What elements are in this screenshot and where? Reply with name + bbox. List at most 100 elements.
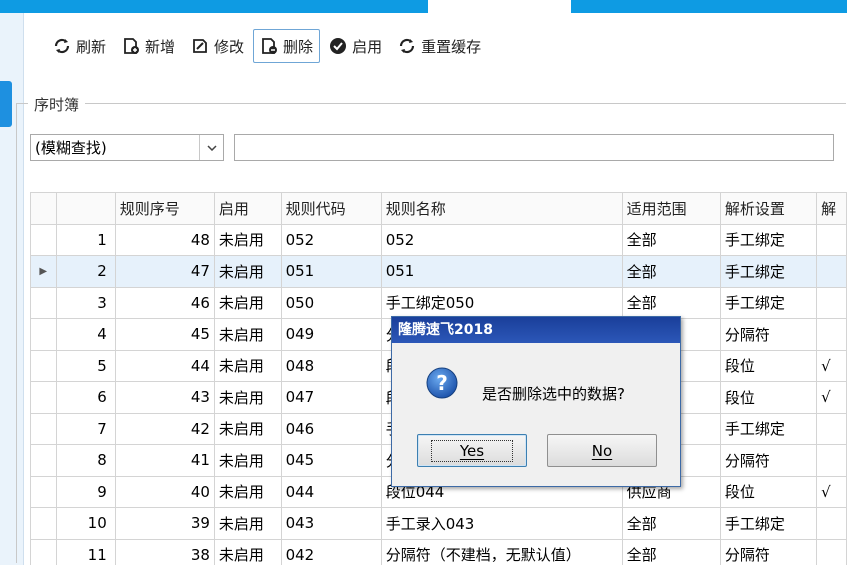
header-scope[interactable]: 适用范围	[621, 192, 721, 225]
cell-parse[interactable]: 段位	[719, 381, 818, 414]
table-row[interactable]: 10 39 未启用 043 手工录入043 全部 手工绑定	[30, 507, 847, 540]
cell-parse[interactable]: 手工绑定	[719, 223, 818, 256]
cell-enabled[interactable]: 未启用	[213, 255, 282, 288]
cell-enabled[interactable]: 未启用	[213, 223, 282, 256]
cell-code[interactable]: 049	[280, 318, 382, 351]
add-label: 新增	[145, 37, 176, 56]
cell-name[interactable]: 手工绑定050	[380, 286, 623, 319]
add-button[interactable]: 新增	[115, 29, 182, 63]
cell-extra[interactable]: √	[816, 381, 847, 414]
cell-enabled[interactable]: 未启用	[213, 381, 282, 414]
add-doc-icon	[122, 37, 140, 55]
cell-parse[interactable]: 分隔符	[719, 318, 818, 351]
search-input[interactable]	[234, 134, 834, 161]
cell-seq[interactable]: 48	[114, 223, 215, 256]
cell-seq[interactable]: 38	[114, 538, 215, 565]
cell-code[interactable]: 046	[280, 412, 382, 445]
cell-extra[interactable]	[816, 538, 847, 565]
cell-scope[interactable]: 全部	[621, 286, 721, 319]
cell-extra[interactable]	[816, 318, 847, 351]
header-extra[interactable]: 解	[816, 192, 847, 225]
header-seq[interactable]: 规则序号	[114, 192, 215, 225]
cell-enabled[interactable]: 未启用	[213, 349, 282, 382]
cell-parse[interactable]: 手工绑定	[719, 255, 818, 288]
cell-enabled[interactable]: 未启用	[213, 475, 282, 508]
cell-extra[interactable]	[816, 255, 847, 288]
cell-code[interactable]: 050	[280, 286, 382, 319]
cell-enabled[interactable]: 未启用	[213, 318, 282, 351]
cell-enabled[interactable]: 未启用	[213, 507, 282, 540]
row-indicator: ▶	[30, 255, 57, 288]
cell-seq[interactable]: 45	[114, 318, 215, 351]
cell-extra[interactable]	[816, 412, 847, 445]
cell-parse[interactable]: 段位	[719, 349, 818, 382]
cell-seq[interactable]: 40	[114, 475, 215, 508]
cell-parse[interactable]: 手工绑定	[719, 286, 818, 319]
enable-button[interactable]: 启用	[322, 29, 389, 63]
cell-code[interactable]: 051	[280, 255, 382, 288]
cell-name[interactable]: 分隔符（不建档，无默认值）	[380, 538, 623, 565]
reset-cache-button[interactable]: 重置缓存	[391, 29, 488, 63]
no-button[interactable]: No	[547, 434, 657, 467]
cell-code[interactable]: 044	[280, 475, 382, 508]
table-header-row: 规则序号 启用 规则代码 规则名称 适用范围 解析设置 解	[30, 192, 847, 225]
cell-seq[interactable]: 41	[114, 444, 215, 477]
cell-code[interactable]: 048	[280, 349, 382, 382]
row-indicator	[30, 223, 57, 256]
cell-parse[interactable]: 分隔符	[719, 538, 818, 565]
cell-enabled[interactable]: 未启用	[213, 538, 282, 565]
cell-seq[interactable]: 39	[114, 507, 215, 540]
cell-code[interactable]: 045	[280, 444, 382, 477]
cell-parse[interactable]: 手工绑定	[719, 507, 818, 540]
cell-code[interactable]: 052	[280, 223, 382, 256]
cell-scope[interactable]: 全部	[621, 507, 721, 540]
cell-scope[interactable]: 全部	[621, 538, 721, 565]
cell-scope[interactable]: 全部	[621, 255, 721, 288]
table-row[interactable]: 3 46 未启用 050 手工绑定050 全部 手工绑定	[30, 286, 847, 319]
cell-extra[interactable]: √	[816, 475, 847, 508]
refresh-button[interactable]: 刷新	[46, 29, 113, 63]
header-name[interactable]: 规则名称	[380, 192, 623, 225]
cell-parse[interactable]: 手工绑定	[719, 412, 818, 445]
cell-seq[interactable]: 44	[114, 349, 215, 382]
cell-parse[interactable]: 分隔符	[719, 444, 818, 477]
cell-seq[interactable]: 43	[114, 381, 215, 414]
toolbar: 刷新 新增 修改 删除 启用 重置缓存	[46, 28, 490, 64]
side-panel-handle[interactable]	[0, 81, 12, 127]
cell-parse[interactable]: 段位	[719, 475, 818, 508]
active-tab[interactable]	[428, 0, 571, 13]
cell-extra[interactable]	[816, 286, 847, 319]
filter-mode-select[interactable]: (模糊查找)	[30, 134, 224, 161]
header-code[interactable]: 规则代码	[280, 192, 382, 225]
cell-enabled[interactable]: 未启用	[213, 412, 282, 445]
header-parse[interactable]: 解析设置	[719, 192, 818, 225]
row-indicator	[30, 444, 57, 477]
cell-seq[interactable]: 46	[114, 286, 215, 319]
cell-scope[interactable]: 全部	[621, 223, 721, 256]
dialog-title[interactable]: 隆腾速飞2018	[392, 317, 680, 343]
edit-label: 修改	[214, 37, 245, 56]
table-row[interactable]: ▶ 2 47 未启用 051 051 全部 手工绑定	[30, 255, 847, 288]
cell-code[interactable]: 042	[280, 538, 382, 565]
header-enabled[interactable]: 启用	[213, 192, 282, 225]
cell-name[interactable]: 手工录入043	[380, 507, 623, 540]
table-row[interactable]: 11 38 未启用 042 分隔符（不建档，无默认值） 全部 分隔符	[30, 538, 847, 565]
edit-button[interactable]: 修改	[184, 29, 251, 63]
cell-name[interactable]: 051	[380, 255, 623, 288]
cell-name[interactable]: 052	[380, 223, 623, 256]
cell-extra[interactable]	[816, 444, 847, 477]
chevron-down-icon[interactable]	[199, 135, 223, 160]
cell-enabled[interactable]: 未启用	[213, 444, 282, 477]
cell-code[interactable]: 043	[280, 507, 382, 540]
cell-extra[interactable]: √	[816, 349, 847, 382]
delete-button[interactable]: 删除	[253, 29, 321, 63]
cell-extra[interactable]	[816, 223, 847, 256]
yes-button[interactable]: Yes	[417, 434, 527, 467]
cell-extra[interactable]	[816, 507, 847, 540]
cell-enabled[interactable]: 未启用	[213, 286, 282, 319]
row-indicator	[30, 412, 57, 445]
table-row[interactable]: 1 48 未启用 052 052 全部 手工绑定	[30, 223, 847, 256]
cell-seq[interactable]: 42	[114, 412, 215, 445]
cell-seq[interactable]: 47	[114, 255, 215, 288]
cell-code[interactable]: 047	[280, 381, 382, 414]
